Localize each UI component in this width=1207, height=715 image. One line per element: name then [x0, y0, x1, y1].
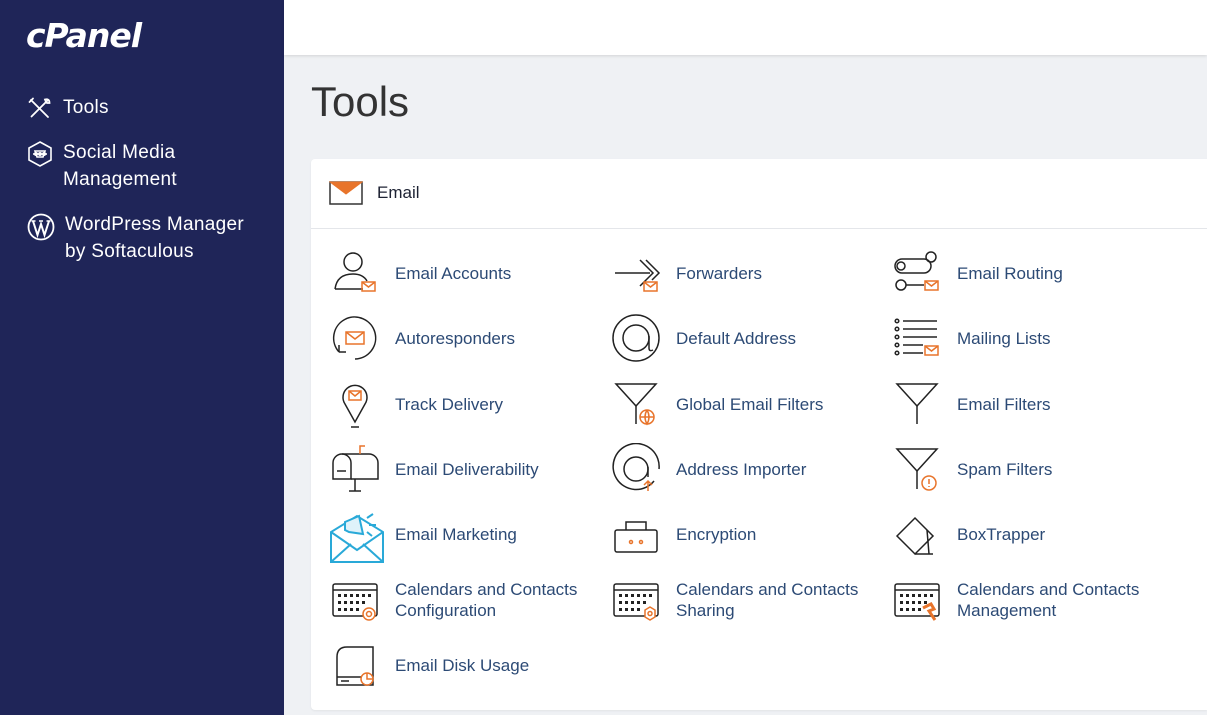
calendar-gear-icon — [610, 574, 662, 626]
tool-label: Email Accounts — [395, 263, 512, 283]
at-sign-icon — [610, 312, 662, 364]
envelope-icon — [329, 181, 363, 205]
tool-label: Autoresponders — [395, 328, 516, 348]
sidebar-item-label: Tools — [63, 97, 109, 118]
tool-email-routing[interactable]: Email Routing — [891, 245, 1161, 301]
at-import-icon — [610, 443, 662, 495]
tool-label-line2: Configuration — [395, 601, 497, 620]
tool-email-disk-usage[interactable]: Email Disk Usage — [329, 637, 599, 693]
tool-label: Email Filters — [957, 394, 1051, 414]
tool-label: Track Delivery — [395, 394, 503, 414]
user-mail-icon — [329, 247, 381, 299]
box-trap-icon — [891, 508, 943, 560]
tools-icon — [26, 95, 54, 123]
tool-label: Encryption — [676, 524, 757, 544]
sidebar-item-label: Social Media Management — [63, 142, 177, 190]
tool-calendars-contacts-sharing[interactable]: Calendars and Contacts Sharing — [610, 572, 880, 628]
tool-label-line2: Management — [957, 601, 1057, 620]
autoresponder-icon — [329, 312, 381, 364]
tool-label: Email Deliverability — [395, 459, 539, 479]
tool-spam-filters[interactable]: Spam Filters — [891, 441, 1161, 497]
tool-label: Calendars and Contacts Sharing — [676, 579, 858, 621]
tool-label-line1: Calendars and Contacts — [395, 580, 578, 599]
filter-globe-icon — [610, 378, 662, 430]
calendar-at-icon — [329, 574, 381, 626]
tool-label: Calendars and Contacts Management — [957, 579, 1139, 621]
top-bar — [284, 0, 1207, 55]
email-section-panel: Email Email Accounts Forwarders Email Ro… — [311, 159, 1207, 710]
tool-email-marketing[interactable]: Email Marketing — [329, 506, 599, 563]
tool-label-line2: Sharing — [676, 601, 735, 620]
tool-email-accounts[interactable]: Email Accounts — [329, 245, 599, 301]
sidebar-item-social-media-management[interactable]: Social Media Management — [26, 139, 213, 193]
list-mail-icon — [891, 312, 943, 364]
tool-email-deliverability[interactable]: Email Deliverability — [329, 441, 599, 497]
forward-arrow-icon — [610, 247, 662, 299]
tool-label: Spam Filters — [957, 459, 1053, 479]
disk-usage-icon — [329, 639, 381, 691]
tool-email-filters[interactable]: Email Filters — [891, 376, 1161, 432]
tool-label-line1: Calendars and Contacts — [676, 580, 859, 599]
tool-label: Calendars and Contacts Configuration — [395, 579, 577, 621]
tool-address-importer[interactable]: Address Importer — [610, 441, 880, 497]
tool-calendars-contacts-management[interactable]: Calendars and Contacts Management — [891, 572, 1161, 628]
tool-track-delivery[interactable]: Track Delivery — [329, 376, 599, 432]
tool-label: Forwarders — [676, 263, 762, 283]
tool-label: Default Address — [676, 328, 797, 348]
email-section-title: Email — [377, 183, 420, 202]
tool-forwarders[interactable]: Forwarders — [610, 245, 880, 301]
tool-label: Address Importer — [676, 459, 807, 479]
location-pin-icon — [329, 378, 381, 430]
sidebar-item-wordpress-manager[interactable]: WordPress Manager by Softaculous — [26, 211, 265, 265]
social-media-icon — [26, 140, 54, 168]
tool-label-line1: Calendars and Contacts — [957, 580, 1140, 599]
sidebar-item-tools[interactable]: Tools — [26, 94, 109, 123]
tool-encryption[interactable]: Encryption — [610, 506, 880, 562]
email-section-header[interactable]: Email — [311, 159, 1207, 229]
cpanel-logo[interactable]: cPanel — [26, 16, 142, 55]
tool-calendars-contacts-configuration[interactable]: Calendars and Contacts Configuration — [329, 572, 599, 628]
tool-default-address[interactable]: Default Address — [610, 310, 880, 366]
routing-icon — [891, 247, 943, 299]
megaphone-envelope-icon — [329, 508, 384, 563]
tool-autoresponders[interactable]: Autoresponders — [329, 310, 599, 366]
sidebar: cPanel Tools Social Media Management Wor… — [0, 0, 284, 715]
calendar-hammer-icon — [891, 574, 943, 626]
page-title: Tools — [311, 78, 410, 125]
tool-boxtrapper[interactable]: BoxTrapper — [891, 506, 1161, 562]
tool-label: Global Email Filters — [676, 394, 824, 414]
tool-global-email-filters[interactable]: Global Email Filters — [610, 376, 880, 432]
sidebar-item-label: WordPress Manager by Softaculous — [65, 214, 244, 262]
lock-icon — [610, 508, 662, 560]
mailbox-icon — [329, 443, 381, 495]
tool-mailing-lists[interactable]: Mailing Lists — [891, 310, 1161, 366]
tool-label: Email Marketing — [395, 524, 517, 544]
tool-label: Email Routing — [957, 263, 1063, 283]
filter-icon — [891, 378, 943, 430]
tool-label: BoxTrapper — [957, 524, 1046, 544]
wordpress-icon — [26, 212, 56, 241]
filter-warning-icon — [891, 443, 943, 495]
tool-label: Email Disk Usage — [395, 655, 530, 675]
tool-label: Mailing Lists — [957, 328, 1051, 348]
